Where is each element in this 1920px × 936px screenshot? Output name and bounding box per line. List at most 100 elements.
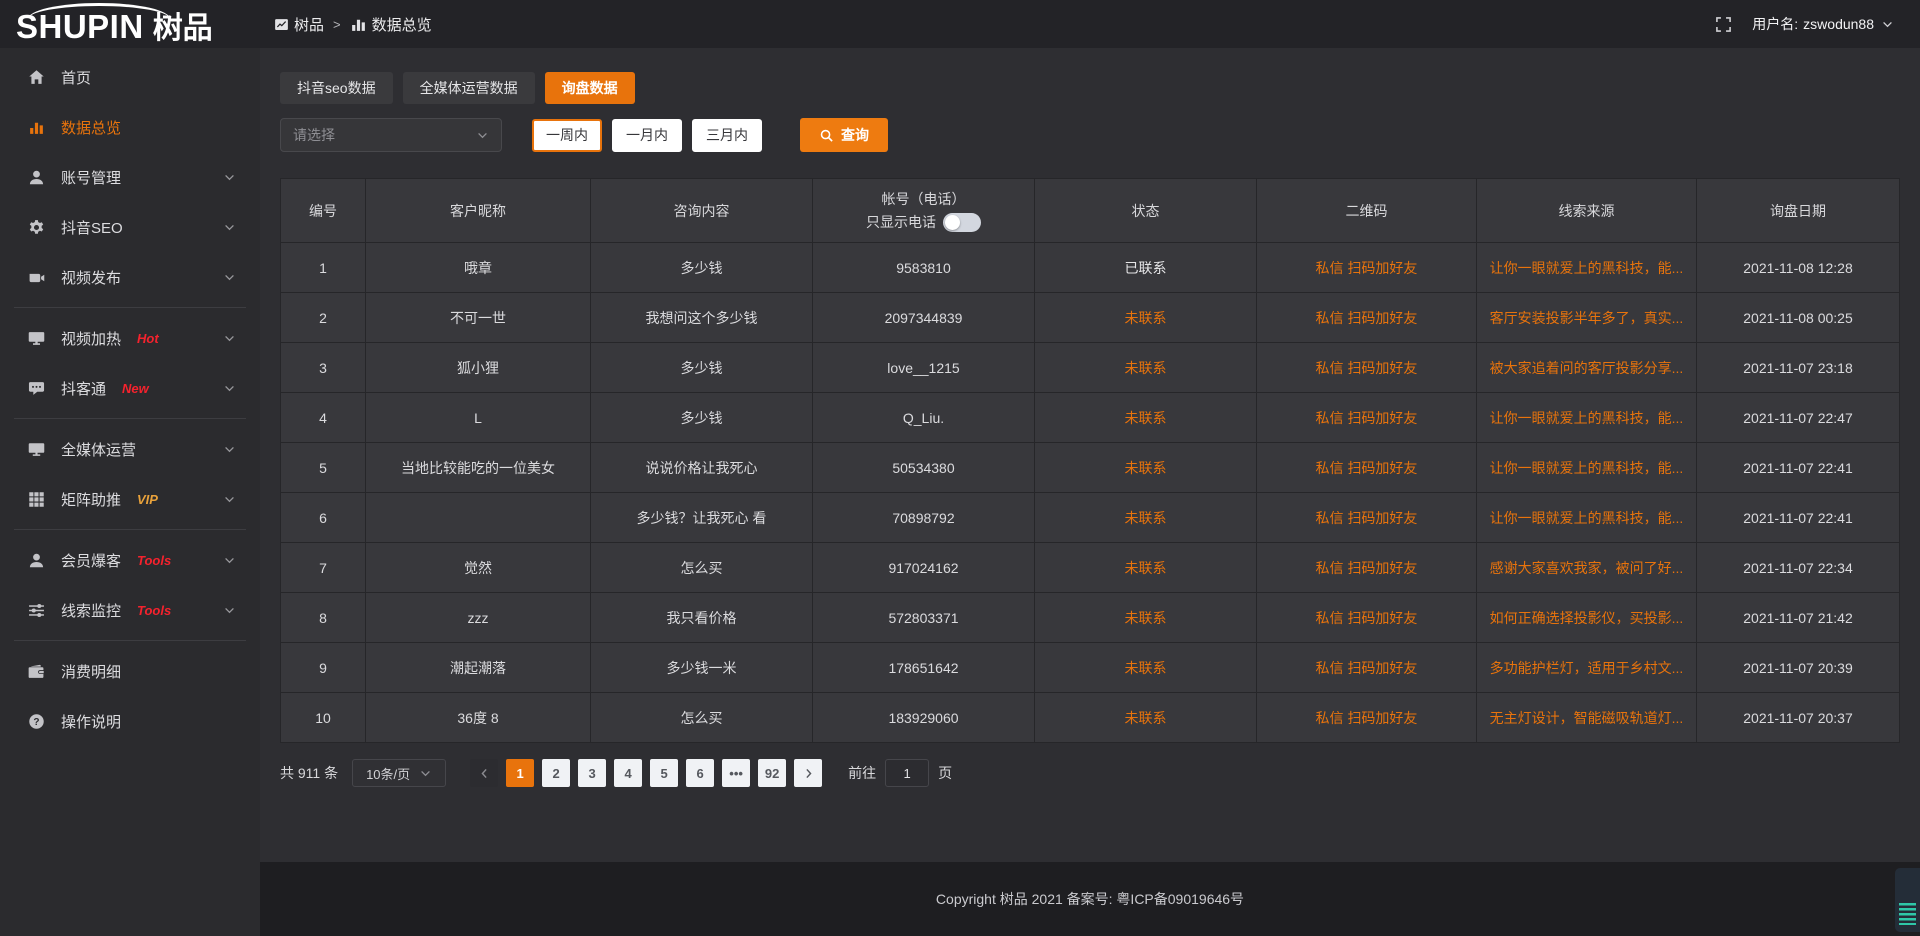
tab-douyin-seo-data[interactable]: 抖音seo数据 — [280, 72, 393, 104]
cell-nickname: 不可一世 — [366, 293, 591, 343]
sidebar-item-badge: New — [122, 381, 149, 396]
cell-source: 让你一眼就爱上的黑科技，能... — [1477, 443, 1697, 493]
breadcrumb-label: 树品 — [294, 14, 324, 35]
qr-link[interactable]: 扫码加好友 — [1347, 260, 1417, 276]
sidebar-item-operation-guide[interactable]: ?操作说明 — [0, 696, 260, 746]
floating-widget[interactable] — [1895, 868, 1920, 932]
cell-qr: 私信 扫码加好友 — [1257, 493, 1477, 543]
qr-link[interactable]: 私信 — [1316, 710, 1344, 726]
page-button-1[interactable]: 1 — [506, 759, 534, 787]
page-button-6[interactable]: 6 — [686, 759, 714, 787]
source-link[interactable]: 如何正确选择投影仪，买投影... — [1490, 610, 1684, 626]
cell-source: 无主灯设计，智能磁吸轨道灯... — [1477, 693, 1697, 743]
sidebar-item-media-operation[interactable]: 全媒体运营 — [0, 424, 260, 474]
cell-qr: 私信 扫码加好友 — [1257, 293, 1477, 343]
tab-inquiry-data[interactable]: 询盘数据 — [545, 72, 635, 104]
qr-link[interactable]: 私信 — [1316, 360, 1344, 376]
qr-link[interactable]: 私信 — [1316, 410, 1344, 426]
page-button-3[interactable]: 3 — [578, 759, 606, 787]
fullscreen-icon[interactable] — [1715, 16, 1732, 33]
sidebar-item-douketong[interactable]: 抖客通New — [0, 363, 260, 413]
cell-nickname: 潮起潮落 — [366, 643, 591, 693]
cell-date: 2021-11-07 20:39 — [1697, 643, 1900, 693]
chevron-down-icon — [419, 767, 432, 780]
cell-content: 我想问这个多少钱 — [591, 293, 813, 343]
qr-link[interactable]: 私信 — [1316, 610, 1344, 626]
chevron-down-icon — [476, 129, 489, 142]
pagination: 共 911 条 10条/页 123456•••92 前往 页 — [280, 759, 1900, 787]
qr-link[interactable]: 私信 — [1316, 560, 1344, 576]
source-link[interactable]: 被大家追着问的客厅投影分享... — [1490, 360, 1684, 376]
sidebar-item-member-baoke[interactable]: 会员爆客Tools — [0, 535, 260, 585]
qr-link[interactable]: 私信 — [1316, 510, 1344, 526]
chat-icon — [28, 380, 47, 397]
sidebar-item-video-heating[interactable]: 视频加热Hot — [0, 313, 260, 363]
source-link[interactable]: 让你一眼就爱上的黑科技，能... — [1490, 510, 1684, 526]
qr-link[interactable]: 扫码加好友 — [1347, 460, 1417, 476]
cell-account: 70898792 — [813, 493, 1035, 543]
qr-link[interactable]: 扫码加好友 — [1347, 410, 1417, 426]
cell-qr: 私信 扫码加好友 — [1257, 443, 1477, 493]
qr-link[interactable]: 私信 — [1316, 660, 1344, 676]
user-menu[interactable]: 用户名: zswodun88 — [1752, 14, 1894, 34]
source-link[interactable]: 客厅安装投影半年多了，真实... — [1490, 310, 1684, 326]
period-week[interactable]: 一周内 — [532, 119, 602, 152]
source-link[interactable]: 无主灯设计，智能磁吸轨道灯... — [1490, 710, 1684, 726]
cell-date: 2021-11-07 21:42 — [1697, 593, 1900, 643]
sidebar-item-video-publish[interactable]: 视频发布 — [0, 252, 260, 302]
logo-arc — [28, 3, 170, 19]
cell-qr: 私信 扫码加好友 — [1257, 593, 1477, 643]
cell-qr: 私信 扫码加好友 — [1257, 393, 1477, 443]
breadcrumb-item-data-overview[interactable]: 数据总览 — [350, 14, 432, 35]
filter-select[interactable]: 请选择 — [280, 118, 502, 152]
source-link[interactable]: 感谢大家喜欢我家，被问了好... — [1490, 560, 1684, 576]
page-button-2[interactable]: 2 — [542, 759, 570, 787]
status-badge: 未联系 — [1125, 710, 1167, 726]
status-badge: 未联系 — [1125, 660, 1167, 676]
sidebar-item-data-overview[interactable]: 数据总览 — [0, 102, 260, 152]
breadcrumb: 树品>数据总览 — [274, 14, 432, 35]
source-link[interactable]: 让你一眼就爱上的黑科技，能... — [1490, 260, 1684, 276]
sidebar-item-douyin-seo[interactable]: 抖音SEO — [0, 202, 260, 252]
qr-link[interactable]: 扫码加好友 — [1347, 610, 1417, 626]
sidebar-item-account-management[interactable]: 账号管理 — [0, 152, 260, 202]
period-month[interactable]: 一月内 — [612, 119, 682, 152]
phone-only-toggle[interactable] — [943, 213, 981, 232]
cell-account: 9583810 — [813, 243, 1035, 293]
sidebar-item-home[interactable]: 首页 — [0, 52, 260, 102]
page-button-92[interactable]: 92 — [758, 759, 786, 787]
table-row: 5当地比较能吃的一位美女说说价格让我死心50534380未联系私信 扫码加好友让… — [281, 443, 1900, 493]
prev-page-button[interactable] — [470, 759, 498, 787]
search-button[interactable]: 查询 — [800, 118, 888, 152]
chevron-down-icon — [223, 493, 236, 506]
sidebar-item-matrix-boost[interactable]: 矩阵助推VIP — [0, 474, 260, 524]
qr-link[interactable]: 扫码加好友 — [1347, 660, 1417, 676]
qr-link[interactable]: 私信 — [1316, 460, 1344, 476]
search-button-label: 查询 — [841, 125, 869, 145]
qr-link[interactable]: 私信 — [1316, 310, 1344, 326]
next-page-button[interactable] — [794, 759, 822, 787]
goto-page-input[interactable] — [885, 759, 929, 787]
tab-media-ops-data[interactable]: 全媒体运营数据 — [403, 72, 535, 104]
page-button-5[interactable]: 5 — [650, 759, 678, 787]
cell-qr: 私信 扫码加好友 — [1257, 343, 1477, 393]
qr-link[interactable]: 扫码加好友 — [1347, 510, 1417, 526]
sidebar-item-lead-monitor[interactable]: 线索监控Tools — [0, 585, 260, 635]
source-link[interactable]: 让你一眼就爱上的黑科技，能... — [1490, 410, 1684, 426]
qr-link[interactable]: 扫码加好友 — [1347, 710, 1417, 726]
qr-link[interactable]: 扫码加好友 — [1347, 360, 1417, 376]
qr-link[interactable]: 扫码加好友 — [1347, 560, 1417, 576]
page-size-select[interactable]: 10条/页 — [352, 759, 446, 787]
cell-no: 4 — [281, 393, 366, 443]
page-button-4[interactable]: 4 — [614, 759, 642, 787]
sidebar-item-consumption-detail[interactable]: 消费明细 — [0, 646, 260, 696]
breadcrumb-item-shupin[interactable]: 树品 — [274, 14, 324, 35]
qr-link[interactable]: 私信 — [1316, 260, 1344, 276]
source-link[interactable]: 多功能护栏灯，适用于乡村文... — [1490, 660, 1684, 676]
screen-icon — [28, 330, 47, 347]
status-badge: 未联系 — [1125, 460, 1167, 476]
source-link[interactable]: 让你一眼就爱上的黑科技，能... — [1490, 460, 1684, 476]
qr-link[interactable]: 扫码加好友 — [1347, 310, 1417, 326]
period-quarter[interactable]: 三月内 — [692, 119, 762, 152]
page-button-•••[interactable]: ••• — [722, 759, 750, 787]
